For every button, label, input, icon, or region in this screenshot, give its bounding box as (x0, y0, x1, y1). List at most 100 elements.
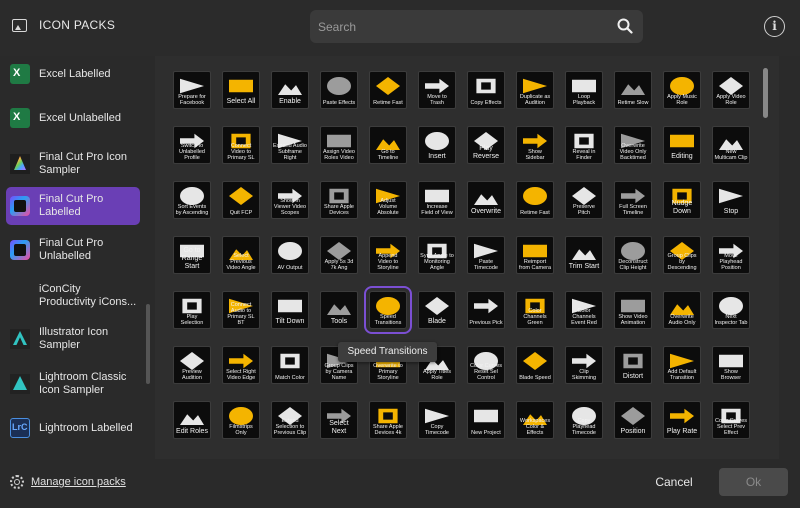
icon-tile[interactable]: Copy Playhead Timecode (565, 401, 603, 439)
search-box[interactable] (310, 10, 643, 43)
icon-tile[interactable]: Show Browser (712, 346, 750, 384)
icon-tile[interactable]: Play Selection (173, 291, 211, 329)
icon-tile[interactable]: Adjust Volume Absolute (369, 181, 407, 219)
icon-tile[interactable]: Edit Roles (173, 401, 211, 439)
icon-tile[interactable]: Select Previous Video Angle (222, 236, 260, 274)
icon-tile[interactable]: New Multicam Clip (712, 126, 750, 164)
icon-tile[interactable]: Stop (712, 181, 750, 219)
icon-tile[interactable]: Select All (222, 71, 260, 109)
icon-tile[interactable]: Group Clips by Descending (663, 236, 701, 274)
icon-tile[interactable]: Retime Fast (516, 181, 554, 219)
icon-tile[interactable]: Preview Audition (173, 346, 211, 384)
icon-tile[interactable]: Reimport from Camera (516, 236, 554, 274)
icon-tile[interactable]: Distort (614, 346, 652, 384)
manage-icon-packs-link[interactable]: Manage icon packs (10, 475, 126, 489)
icon-tile[interactable]: Select Next (320, 401, 358, 439)
icon-tile[interactable]: Deconstruct Clip Height (614, 236, 652, 274)
icon-tile[interactable]: Editing (663, 126, 701, 164)
icon-tile[interactable]: Duplicate as Audition (516, 71, 554, 109)
icon-tile[interactable]: Blade (418, 291, 456, 329)
icon-tile[interactable]: Sort Events by Ascending (173, 181, 211, 219)
sidebar-item-final-cut-pro-icon-sampler[interactable]: Final Cut Pro Icon Sampler (6, 147, 140, 181)
icon-tile[interactable]: Go to Timeline (369, 126, 407, 164)
icon-tile[interactable]: Clip Skimming (565, 346, 603, 384)
icon-tile[interactable]: Assign Video Roles Video (320, 126, 358, 164)
icon-tile[interactable]: Share Apple Devices 4k (369, 401, 407, 439)
icon-tile[interactable]: Add Default Transition (663, 346, 701, 384)
icon-tile[interactable]: Full Screen Timeline (614, 181, 652, 219)
cancel-button[interactable]: Cancel (642, 471, 706, 493)
icon-tile[interactable]: Tools (320, 291, 358, 329)
icon-tile[interactable]: Position (614, 401, 652, 439)
icon-tile[interactable]: Go to Range Start (173, 236, 211, 274)
icon-tile[interactable]: Play Reverse (467, 126, 505, 164)
icon-grid-scrollbar[interactable] (763, 68, 768, 118)
icon-tile[interactable]: Play Rate (663, 401, 701, 439)
icon-tooltip: Speed Transitions (338, 342, 437, 362)
icon-tile[interactable]: Share Apple Devices (320, 181, 358, 219)
icon-tile[interactable]: Apply Music Role (663, 71, 701, 109)
icon-tile[interactable]: Color Channels Green (516, 291, 554, 329)
icon-tile[interactable]: Move Playhead Position (712, 236, 750, 274)
icon-tile[interactable]: Color Curves Reset Sel Control (467, 346, 505, 384)
icon-tile[interactable]: Show in Viewer Video Scopes (271, 181, 309, 219)
icon-tile[interactable]: Extend Selection to Previous Clip (271, 401, 309, 439)
icon-tile[interactable]: Expand Audio Subframe Right (271, 126, 309, 164)
icon-tile[interactable]: Connect Audio to Primary SL BT (222, 291, 260, 329)
sidebar-scrollbar[interactable] (146, 304, 150, 384)
icon-tile[interactable]: Color Channels Event Red (565, 291, 603, 329)
icon-tile[interactable]: Workspaces Color & Effects (516, 401, 554, 439)
icon-tile[interactable]: Increase Field of View (418, 181, 456, 219)
icon-tile[interactable]: Speed Transitions (364, 286, 412, 334)
icon-tile[interactable]: Retime Fast (369, 71, 407, 109)
icon-tile[interactable]: Prepare for Facebook (173, 71, 211, 109)
icon-tile[interactable]: Paste Timecode (467, 236, 505, 274)
icon-tile[interactable]: Loop Playback (565, 71, 603, 109)
icon-tile[interactable]: Retime Slow (614, 71, 652, 109)
icon-tile[interactable]: AV Output (271, 236, 309, 274)
icon-tile[interactable]: Overwrite (467, 181, 505, 219)
icon-tile[interactable]: Copy Timecode (418, 401, 456, 439)
icon-tile[interactable]: Quit FCP (222, 181, 260, 219)
icon-tile[interactable]: Switch to Unlabelled Profile (173, 126, 211, 164)
sidebar-item-final-cut-pro-unlabelled[interactable]: Final Cut Pro Unlabelled (6, 233, 140, 267)
icon-tile[interactable]: Paste Effects (320, 71, 358, 109)
icon-tile[interactable]: Nudge Down (663, 181, 701, 219)
icon-tile[interactable]: Trim Start (565, 236, 603, 274)
info-button[interactable]: i (764, 16, 785, 37)
icon-tile[interactable]: Insert (418, 126, 456, 164)
icon-tile[interactable]: Reveal in Finder (565, 126, 603, 164)
icon-tile[interactable]: Next Inspector Tab (712, 291, 750, 329)
icon-tile[interactable]: Append Video to Storyline (369, 236, 407, 274)
icon-tile[interactable]: Sync Angle to Monitoring Angle (418, 236, 456, 274)
icon-tile[interactable]: Previous Pick (467, 291, 505, 329)
icon-tile[interactable]: Show Sidebar (516, 126, 554, 164)
icon-tile[interactable]: Move to Trash (418, 71, 456, 109)
icon-tile[interactable]: Connect Video to Primary SL (222, 126, 260, 164)
icon-tile[interactable]: Color Curves Select Prev Effect (712, 401, 750, 439)
sidebar-item-lightroom-labelled[interactable]: Lightroom Labelled (6, 416, 140, 440)
ok-button[interactable]: Ok (719, 468, 788, 496)
icon-tile[interactable]: Copy Effects (467, 71, 505, 109)
icon-tile[interactable]: Enable (271, 71, 309, 109)
icon-tile[interactable]: Overwrite Audio Only (663, 291, 701, 329)
icon-tile[interactable]: Overwrite Video Only Backtimed (614, 126, 652, 164)
icon-tile[interactable]: Preserve Pitch (565, 181, 603, 219)
icon-tile[interactable]: Match Color (271, 346, 309, 384)
icon-tile[interactable]: Tilt Down (271, 291, 309, 329)
icon-tile[interactable]: Blade Speed (516, 346, 554, 384)
icon-tile[interactable]: New Project (467, 401, 505, 439)
sidebar-item-iconcity-productivity[interactable]: iConCity Productivity iCons... (6, 278, 140, 314)
icon-tile[interactable]: Filmstrips Only (222, 401, 260, 439)
icon-tile[interactable]: Apply Video Role (712, 71, 750, 109)
search-icon[interactable] (617, 18, 633, 34)
sidebar-item-final-cut-pro-labelled[interactable]: Final Cut Pro Labelled (6, 187, 140, 225)
sidebar-item-excel-labelled[interactable]: Excel Labelled (6, 62, 140, 86)
search-input[interactable] (318, 10, 608, 43)
icon-tile[interactable]: Select Right Video Edge (222, 346, 260, 384)
icon-tile[interactable]: Show Video Animation (614, 291, 652, 329)
sidebar-item-excel-unlabelled[interactable]: Excel Unlabelled (6, 106, 140, 130)
icon-tile[interactable]: Apply 5s 3d 7k Ang (320, 236, 358, 274)
sidebar-item-lightroom-classic-icon-sampler[interactable]: Lightroom Classic Icon Sampler (6, 367, 140, 401)
sidebar-item-illustrator-icon-sampler[interactable]: Illustrator Icon Sampler (6, 322, 140, 356)
